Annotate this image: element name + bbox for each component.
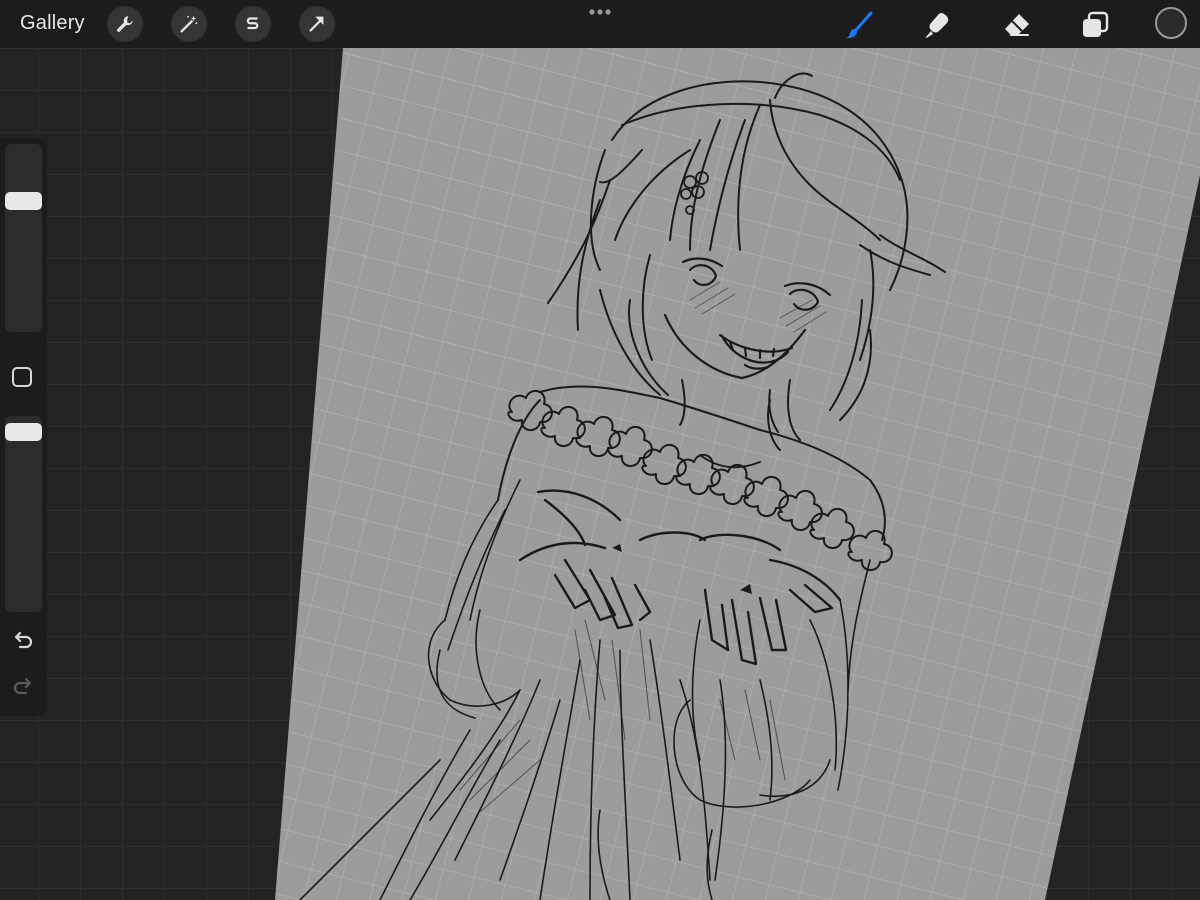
modify-button[interactable] [12,367,32,387]
brush-tool-button[interactable] [842,8,876,42]
eraser-tool-button[interactable] [1000,8,1034,42]
smudge-tool-button[interactable] [920,8,954,42]
transform-arrow-icon [309,16,324,32]
redo-button[interactable] [10,674,36,700]
brush-icon [846,11,873,39]
brush-opacity-slider[interactable] [5,416,42,612]
selection-s-icon [246,17,259,30]
brush-opacity-thumb[interactable] [5,423,42,441]
procreate-app: Gallery [0,0,1200,900]
wrench-icon [116,16,133,32]
canvas-paper[interactable] [275,48,1200,900]
layers-button[interactable] [1078,8,1112,42]
gallery-button[interactable]: Gallery [20,12,85,35]
top-toolbar: Gallery [0,0,1200,48]
selection-button[interactable] [235,6,271,42]
magic-wand-icon [180,15,198,33]
brush-size-slider[interactable] [5,144,42,332]
adjustments-button[interactable] [171,6,207,42]
color-picker-button[interactable] [1155,7,1187,39]
transform-button[interactable] [299,6,335,42]
undo-icon [14,631,33,649]
left-sidebar [0,138,47,716]
actions-button[interactable] [107,6,143,42]
smudge-icon [925,12,949,39]
more-options-handle[interactable] [588,8,612,16]
undo-button[interactable] [10,628,36,654]
redo-icon [13,677,32,695]
layers-icon [1083,11,1109,37]
eraser-icon [1005,14,1029,36]
brush-size-thumb[interactable] [5,192,42,210]
drawing-canvas[interactable] [0,0,1200,900]
